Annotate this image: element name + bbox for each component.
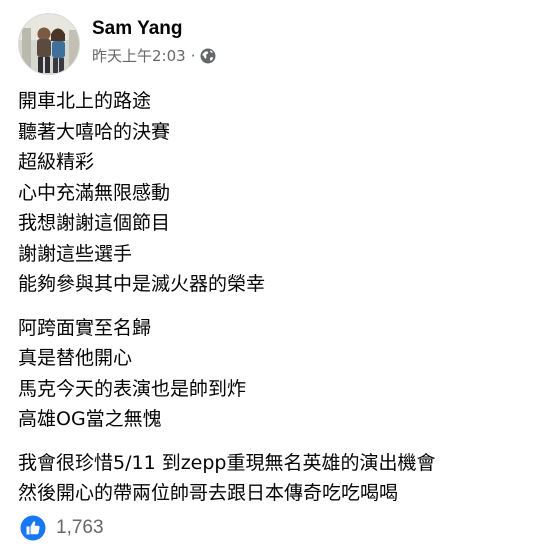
post-line: 謝謝這些選手 xyxy=(18,242,133,265)
post-paragraph: 阿跨面實至名歸 真是替他開心 馬克今天的表演也是帥到炸 高雄OG當之無愧 xyxy=(18,313,528,435)
post-line: 我想謝謝這個節目 xyxy=(18,212,171,234)
avatar[interactable] xyxy=(18,13,80,75)
author-name[interactable]: Sam Yang xyxy=(92,17,216,41)
post-line: 能夠參與其中是滅火器的榮幸 xyxy=(18,273,266,295)
post-line: 我會很珍惜5/11 到zepp重現無名英雄的演出機會 xyxy=(18,451,436,474)
reaction-summary[interactable]: 1,763 xyxy=(20,515,104,541)
post-paragraph: 我會很珍惜5/11 到zepp重現無名英雄的演出機會 然後開心的帶兩位帥哥去跟日… xyxy=(18,448,528,509)
facebook-post: Sam Yang 昨天上午2:03 · 開車北上的路途 聽著大嘻哈的決賽 超級精… xyxy=(0,0,542,554)
post-line: 聽著大嘻哈的決賽 xyxy=(18,120,171,143)
post-meta: Sam Yang 昨天上午2:03 · xyxy=(92,17,216,65)
post-subline: 昨天上午2:03 · xyxy=(92,47,216,65)
timestamp[interactable]: 昨天上午2:03 xyxy=(92,47,186,65)
post-line: 然後開心的帶兩位帥哥去跟日本傳奇吃吃喝喝 xyxy=(18,482,399,504)
post-header: Sam Yang 昨天上午2:03 · xyxy=(18,13,216,75)
post-line: 開車北上的路途 xyxy=(18,90,152,112)
post-line: 心中充滿無限感動 xyxy=(18,181,171,204)
post-line: 超級精彩 xyxy=(18,151,95,173)
post-line: 高雄OG當之無愧 xyxy=(18,408,162,430)
separator-dot: · xyxy=(190,47,196,65)
post-paragraph: 開車北上的路途 聽著大嘻哈的決賽 超級精彩 心中充滿無限感動 我想謝謝這個節目 … xyxy=(18,86,528,300)
globe-icon[interactable] xyxy=(200,48,216,64)
reaction-count: 1,763 xyxy=(56,517,104,538)
post-body: 開車北上的路途 聽著大嘻哈的決賽 超級精彩 心中充滿無限感動 我想謝謝這個節目 … xyxy=(18,86,528,509)
post-line: 真是替他開心 xyxy=(18,347,133,369)
avatar-image xyxy=(19,14,79,74)
post-line: 阿跨面實至名歸 xyxy=(18,316,152,339)
post-line: 馬克今天的表演也是帥到炸 xyxy=(18,377,247,400)
like-icon xyxy=(20,515,46,541)
